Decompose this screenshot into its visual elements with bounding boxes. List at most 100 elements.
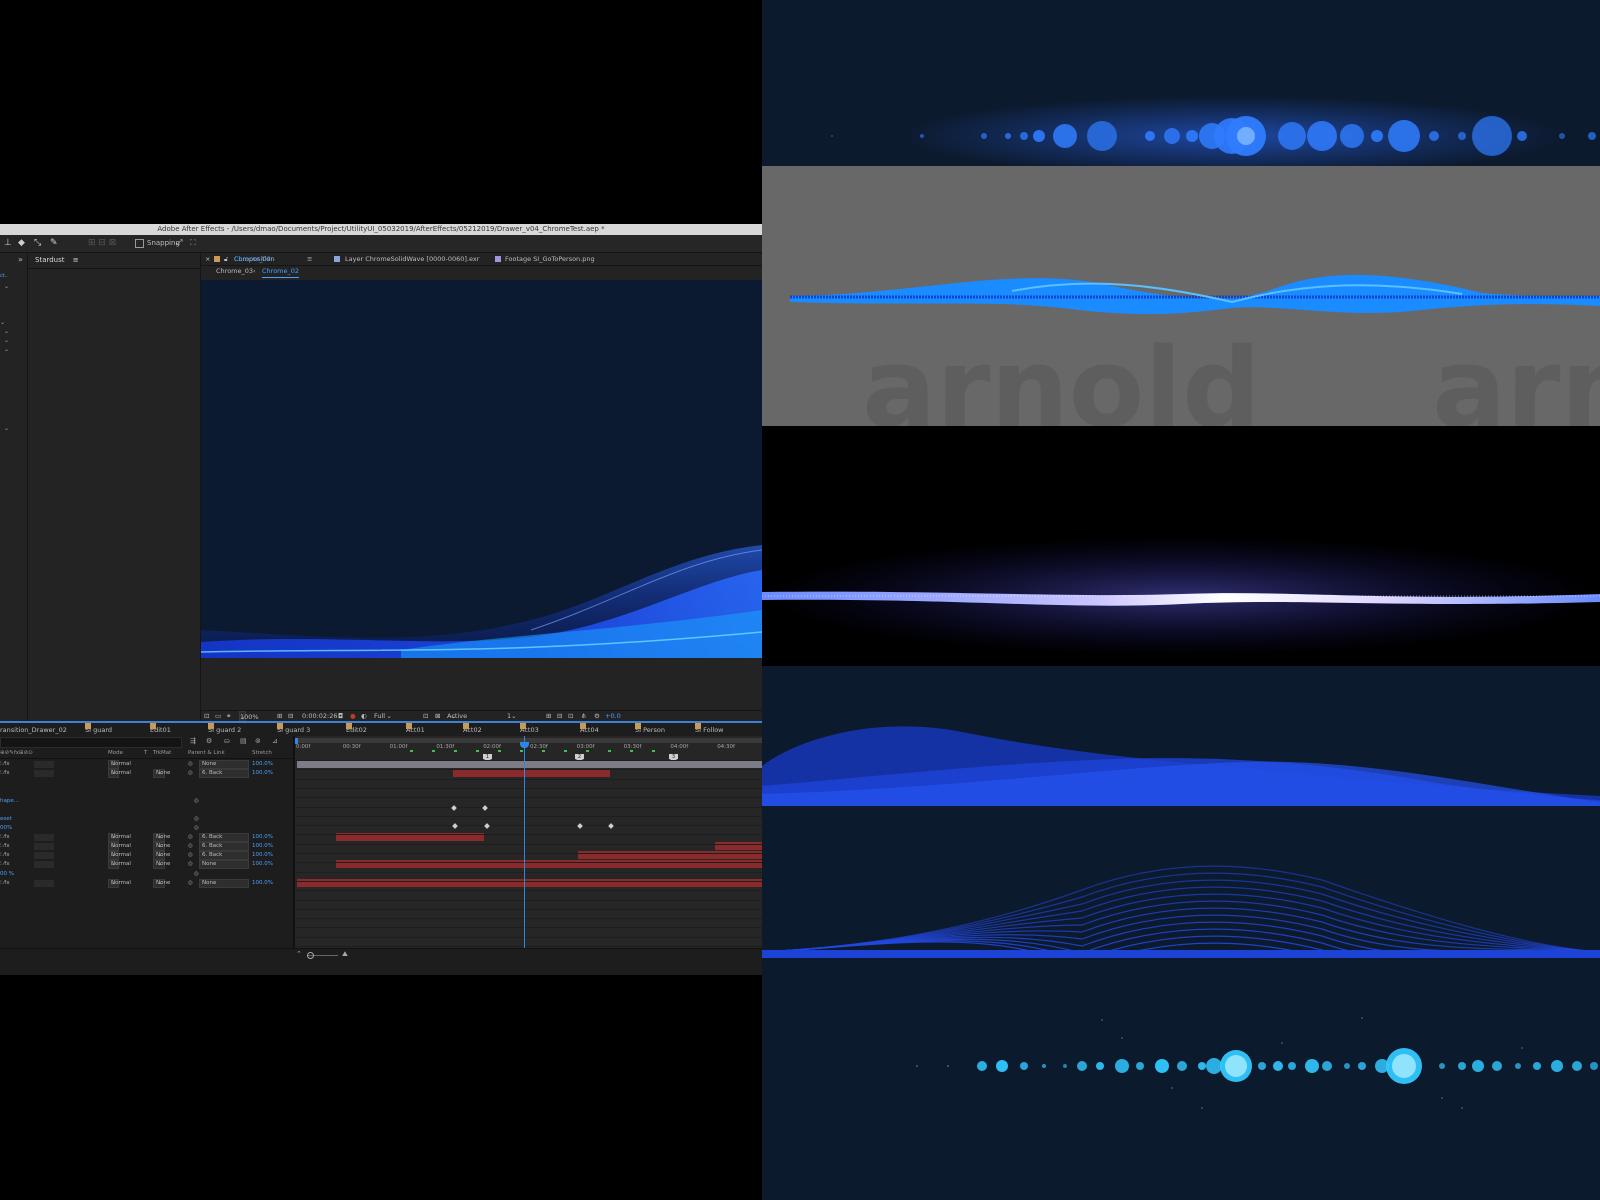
chevron-down-icon[interactable]: ⌄	[4, 337, 9, 344]
stretch-value[interactable]: 100.0%	[252, 860, 273, 869]
tab-timeline[interactable]: Edit02	[346, 723, 367, 737]
chevron-down-icon[interactable]: ⌄	[0, 319, 5, 326]
breadcrumb-item-active[interactable]: Chrome_02	[262, 266, 300, 278]
close-icon[interactable]: ×	[205, 253, 210, 265]
pickwhip-icon[interactable]: ◎	[188, 760, 193, 769]
snapping-toggle[interactable]: Snapping	[135, 237, 180, 249]
lock-icon[interactable]: 🔓︎	[224, 253, 228, 265]
expression-icon[interactable]: ◎	[194, 870, 199, 879]
table-row[interactable]: ⁝ ⁄fx Normal ⌄ None ⌄ ◎ None 100.0%	[0, 860, 293, 869]
layer-switches[interactable]: ⁝ ⁄fx	[0, 769, 10, 778]
layer-duration-bar[interactable]	[336, 860, 762, 868]
composition-viewer[interactable]	[201, 280, 762, 658]
layer-label-box[interactable]	[34, 852, 54, 859]
property-label[interactable]: 00 %	[0, 870, 14, 879]
stamp-tool-icon[interactable]: ⊥	[4, 238, 12, 248]
property-label[interactable]: hape...	[0, 797, 19, 806]
keyframe[interactable]	[577, 823, 583, 829]
zoom-slider-handle[interactable]	[307, 952, 314, 959]
layer-switches[interactable]: ⁝ ⁄fx	[0, 879, 10, 888]
tab-timeline[interactable]: Edit01	[150, 723, 171, 737]
tab-timeline[interactable]: Act03	[520, 723, 539, 737]
pickwhip-icon[interactable]: ◎	[188, 769, 193, 778]
table-row[interactable]: ⁝ ⁄fx Normal ⌄ ◎ None 100.0%	[0, 760, 293, 769]
property-label[interactable]: eset	[0, 815, 12, 824]
hide-shy-icon[interactable]: ⛀	[224, 737, 230, 745]
table-row[interactable]: ⁝ ⁄fx Normal ⌄ None ⌄ ◎ None 100.0%	[0, 879, 293, 888]
tab-timeline[interactable]: SI guard	[85, 723, 112, 737]
pickwhip-icon[interactable]: ◎	[188, 842, 193, 851]
property-label[interactable]: 00%	[0, 824, 12, 833]
zoom-in-icon[interactable]: ⛰	[342, 950, 348, 959]
table-row[interactable]: hape... ◎	[0, 797, 293, 806]
layer-duration-bar[interactable]	[297, 760, 762, 768]
stretch-value[interactable]: 100.0%	[252, 842, 273, 851]
draft-3d-icon[interactable]: ⚙	[206, 737, 212, 745]
snapping-checkbox[interactable]	[135, 238, 144, 248]
frame-blending-icon[interactable]: ▤	[240, 737, 247, 745]
tab-timeline[interactable]: SI Follow	[695, 723, 724, 737]
mode-select[interactable]: Normal ⌄	[108, 833, 131, 842]
keyframe[interactable]	[484, 823, 490, 829]
trkmat-select[interactable]: None ⌄	[153, 860, 170, 869]
parent-select[interactable]: 6. Back	[199, 833, 249, 842]
trkmat-select[interactable]: None ⌄	[153, 833, 170, 842]
tab-footage[interactable]: Footage SI_GoToPerson.png	[505, 253, 595, 265]
trkmat-select[interactable]: None ⌄	[153, 842, 170, 851]
keyframe[interactable]	[608, 823, 614, 829]
panel-tab-stardust[interactable]: Stardust ≡	[28, 253, 200, 269]
parent-select[interactable]: 6. Back	[199, 769, 249, 778]
keyframe[interactable]	[452, 823, 458, 829]
layer-switches[interactable]: ⁝ ⁄fx	[0, 860, 10, 869]
chevron-down-icon[interactable]: ⌄	[4, 328, 9, 335]
parent-select[interactable]: None	[199, 879, 249, 888]
stretch-value[interactable]: 100.0%	[252, 879, 273, 888]
zoom-out-icon[interactable]: ⌃	[296, 950, 302, 958]
breadcrumb-item[interactable]: Chrome_03	[216, 266, 253, 277]
expression-icon[interactable]: ◎	[194, 824, 199, 833]
chevron-down-icon[interactable]: ⌄	[4, 283, 9, 290]
parent-select[interactable]: None	[199, 860, 249, 869]
stretch-value[interactable]: 100.0%	[252, 760, 273, 769]
mode-select[interactable]: Normal ⌄	[108, 879, 131, 888]
tab-timeline[interactable]: ransition_Drawer_02	[0, 723, 67, 737]
panel-expand-icon[interactable]: »	[18, 255, 23, 264]
expand-icon[interactable]: ⛶	[190, 238, 196, 248]
puppet-pin-tool-icon[interactable]: ✎	[50, 238, 58, 248]
trkmat-select[interactable]: None ⌄	[153, 851, 170, 860]
panel-menu-icon[interactable]: ≡	[73, 256, 79, 264]
pickwhip-icon[interactable]: ◎	[188, 833, 193, 842]
mode-select[interactable]: Normal ⌄	[108, 851, 131, 860]
eraser-tool-icon[interactable]: ◆	[18, 238, 25, 248]
pickwhip-icon[interactable]: ◎	[188, 860, 193, 869]
parent-select[interactable]: None	[199, 760, 249, 769]
layer-switches[interactable]: ⁝ ⁄fx	[0, 851, 10, 860]
pickwhip-icon[interactable]: ◎	[188, 879, 193, 888]
layer-label-box[interactable]	[34, 834, 54, 841]
comp-flowchart-icon[interactable]: ⇶	[190, 737, 196, 745]
snap-options-icon[interactable]: ⤢	[176, 238, 182, 248]
layer-label-box[interactable]	[34, 880, 54, 887]
chevron-down-icon[interactable]: ⌄	[4, 346, 9, 353]
trkmat-select[interactable]: None ⌄	[153, 769, 170, 778]
mode-select[interactable]: Normal ⌄	[108, 860, 131, 869]
expression-icon[interactable]: ◎	[194, 797, 199, 806]
tab-timeline[interactable]: SI Person	[635, 723, 665, 737]
motion-blur-icon[interactable]: ⊚	[255, 737, 261, 745]
table-row[interactable]: 00 % ◎	[0, 870, 293, 879]
roto-brush-tool-icon[interactable]: ⤡	[34, 238, 41, 248]
layer-label-box[interactable]	[34, 861, 54, 868]
stretch-value[interactable]: 100.0%	[252, 769, 273, 778]
pickwhip-icon[interactable]: ◎	[188, 851, 193, 860]
tab-timeline[interactable]: Act01	[406, 723, 425, 737]
parent-select[interactable]: 6. Back	[199, 851, 249, 860]
layer-label-box[interactable]	[34, 761, 54, 768]
tab-menu-icon[interactable]: ≡	[307, 253, 312, 265]
layer-switches[interactable]: ⁝ ⁄fx	[0, 833, 10, 842]
expression-icon[interactable]: ◎	[194, 815, 199, 824]
tab-timeline[interactable]: Act02	[463, 723, 482, 737]
mode-select[interactable]: Normal ⌄	[108, 760, 131, 769]
layer-label-box[interactable]	[34, 770, 54, 777]
tab-timeline[interactable]: SI guard 2	[208, 723, 241, 737]
graph-editor-icon[interactable]: ⊿	[272, 737, 278, 745]
